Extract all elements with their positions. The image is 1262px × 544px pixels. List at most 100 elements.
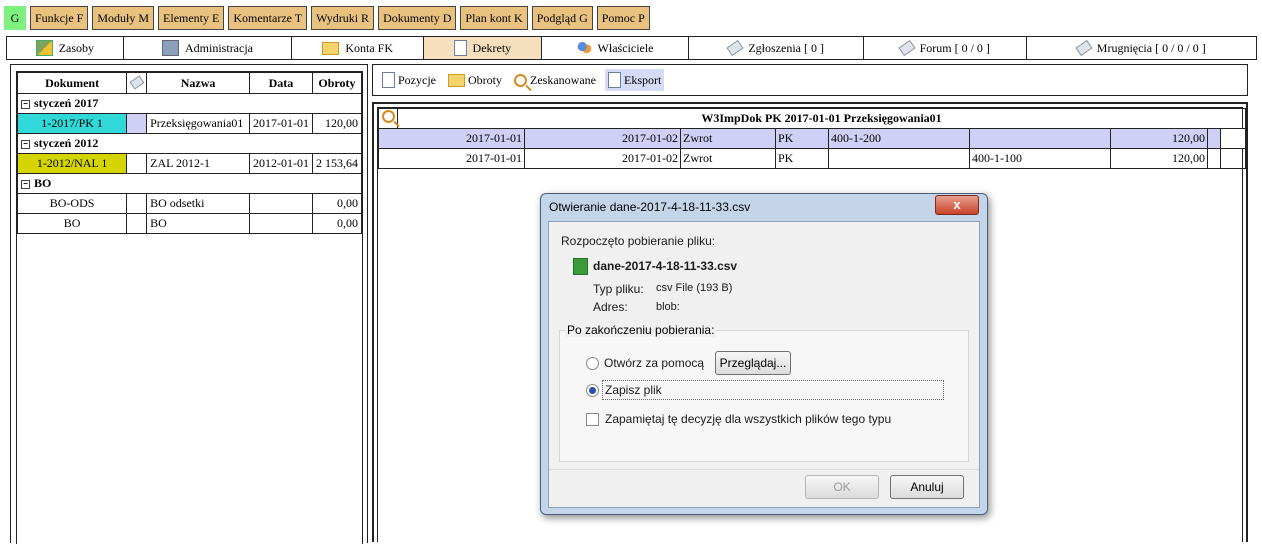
col-header-obroty[interactable]: Obroty <box>311 72 363 94</box>
cell-typ[interactable]: PK <box>775 128 829 149</box>
close-button[interactable]: x <box>935 195 979 215</box>
tab-wlasciciele[interactable]: Właściciele <box>542 37 690 59</box>
search-icon <box>381 110 395 123</box>
cell-dokument[interactable]: 1-2012/NAL 1 <box>16 153 128 174</box>
tab-konta-fk[interactable]: Konta FK <box>292 37 424 59</box>
cell-obroty[interactable]: 0,00 <box>311 213 363 234</box>
browse-button[interactable]: Przeglądaj... <box>715 351 791 375</box>
col-header-nazwa[interactable]: Nazwa <box>146 72 250 94</box>
group-label: styczeń 2017 <box>34 96 99 110</box>
cell-date1[interactable]: 2017-01-01 <box>378 128 525 149</box>
table-row[interactable]: 2017-01-01 2017-01-02 Zwrot PK 400-1-200… <box>378 128 1246 149</box>
table-row[interactable]: BO BO 0,00 <box>16 213 363 234</box>
tab-dekrety[interactable]: Dekrety <box>424 37 542 59</box>
home-button[interactable]: G <box>4 6 26 30</box>
ok-button[interactable]: OK <box>805 475 879 499</box>
group-row[interactable]: − styczeń 2012 <box>17 133 362 154</box>
cell-dokument[interactable]: BO <box>16 213 128 234</box>
group-row[interactable]: − styczeń 2017 <box>17 93 362 114</box>
menu-funkcje[interactable]: Funkcje F <box>30 6 89 30</box>
cell-data[interactable] <box>248 213 313 234</box>
tab-mrugniecia[interactable]: Mrugnięcia [ 0 / 0 / 0 ] <box>1027 37 1256 59</box>
subtab-zeskanowane[interactable]: Zeskanowane <box>511 69 599 91</box>
group-row[interactable]: − BO <box>17 173 362 194</box>
cell-dokument[interactable]: BO-ODS <box>16 193 128 214</box>
cell-nazwa[interactable]: BO <box>146 213 250 234</box>
menu-podglad[interactable]: Podgląd G <box>531 6 593 30</box>
cell-obroty[interactable]: 2 153,64 <box>311 153 363 174</box>
tab-label: Administracja <box>185 40 253 55</box>
table-row[interactable]: BO-ODS BO odsetki 0,00 <box>16 193 363 214</box>
people-icon <box>576 41 592 55</box>
open-with-radio[interactable] <box>586 357 599 370</box>
group-label: BO <box>34 176 52 190</box>
tab-label: Zasoby <box>58 40 95 55</box>
save-file-label[interactable]: Zapisz plik <box>605 383 662 397</box>
top-menu-bar: G Funkcje F Moduły M Elementy E Komentar… <box>4 6 650 30</box>
table-row[interactable]: 1-2012/NAL 1 ZAL 2012-1 2012-01-01 2 153… <box>16 153 363 174</box>
subtab-obroty[interactable]: Obroty <box>445 69 505 91</box>
menu-dokumenty[interactable]: Dokumenty D <box>378 6 457 30</box>
cell-date2[interactable]: 2017-01-02 <box>524 148 681 169</box>
download-intro: Rozpoczęto pobieranie pliku: <box>561 234 716 248</box>
table-row[interactable]: 1-2017/PK 1 Przeksięgowania01 2017-01-01… <box>16 113 363 134</box>
cell-data[interactable]: 2012-01-01 <box>248 153 313 174</box>
col-header-dokument[interactable]: Dokument <box>16 72 128 94</box>
menu-pomoc[interactable]: Pomoc P <box>596 6 650 30</box>
remember-label[interactable]: Zapamiętaj tę decyzję dla wszystkich pli… <box>605 412 891 426</box>
after-download-label: Po zakończeniu pobierania: <box>565 323 717 337</box>
document-list: Dokument Nazwa Data Obroty − styczeń 2017… <box>16 71 363 544</box>
folder-icon <box>448 73 465 87</box>
table-row[interactable]: 2017-01-01 2017-01-02 Zwrot PK 400-1-100… <box>378 148 1246 169</box>
cell-tag <box>126 113 148 134</box>
menu-wydruki[interactable]: Wydruki R <box>311 6 375 30</box>
tab-zasoby[interactable]: Zasoby <box>7 37 124 59</box>
collapse-icon[interactable]: − <box>21 100 30 109</box>
cell-data[interactable]: 2017-01-01 <box>248 113 313 134</box>
cell-konto-ma[interactable]: 400-1-100 <box>969 148 1111 169</box>
cell-date2[interactable]: 2017-01-02 <box>524 128 681 149</box>
cell-nazwa[interactable]: BO odsetki <box>146 193 250 214</box>
menu-elementy[interactable]: Elementy E <box>158 6 225 30</box>
col-header-data[interactable]: Data <box>248 72 313 94</box>
cancel-button[interactable]: Anuluj <box>890 475 964 499</box>
cell-date1[interactable]: 2017-01-01 <box>378 148 525 169</box>
tab-forum[interactable]: Forum [ 0 / 0 ] <box>864 37 1027 59</box>
cell-nazwa[interactable]: ZAL 2012-1 <box>146 153 250 174</box>
cell-opis[interactable]: Zwrot <box>680 128 776 149</box>
menu-moduly[interactable]: Moduły M <box>92 6 155 30</box>
tab-zgloszenia[interactable]: Zgłoszenia [ 0 ] <box>689 37 864 59</box>
tab-label: Konta FK <box>345 40 393 55</box>
cell-kwota[interactable]: 120,00 <box>1110 148 1208 169</box>
subtab-label: Obroty <box>468 72 502 87</box>
admin-icon <box>162 40 180 56</box>
cell-kwota[interactable]: 120,00 <box>1110 128 1208 149</box>
menu-plan-kont[interactable]: Plan kont K <box>460 6 528 30</box>
cell-obroty[interactable]: 0,00 <box>311 193 363 214</box>
open-with-label[interactable]: Otwórz za pomocą <box>604 356 704 370</box>
tab-label: Dekrety <box>472 40 512 55</box>
subtab-pozycje[interactable]: Pozycje <box>379 69 439 91</box>
cell-konto-wn[interactable] <box>828 148 970 169</box>
document-icon <box>382 72 395 88</box>
close-icon: x <box>953 197 961 212</box>
remember-checkbox[interactable] <box>586 413 599 426</box>
menu-komentarze[interactable]: Komentarze T <box>228 6 308 30</box>
subtab-eksport[interactable]: Eksport <box>604 69 665 91</box>
cell-konto-ma[interactable] <box>969 128 1111 149</box>
cell-data[interactable] <box>248 193 313 214</box>
cell-extra <box>1207 128 1221 149</box>
cell-konto-wn[interactable]: 400-1-200 <box>828 128 970 149</box>
cell-typ[interactable]: PK <box>775 148 829 169</box>
collapse-icon[interactable]: − <box>21 180 30 189</box>
col-header-tag <box>126 72 148 94</box>
search-button[interactable] <box>378 108 398 129</box>
save-file-radio[interactable] <box>586 384 599 397</box>
cell-obroty[interactable]: 120,00 <box>311 113 363 134</box>
cell-nazwa[interactable]: Przeksięgowania01 <box>146 113 250 134</box>
download-dialog: Otwieranie dane-2017-4-18-11-33.csv x Ro… <box>540 193 988 515</box>
cell-opis[interactable]: Zwrot <box>680 148 776 169</box>
collapse-icon[interactable]: − <box>21 140 30 149</box>
tab-administracja[interactable]: Administracja <box>124 37 293 59</box>
cell-dokument[interactable]: 1-2017/PK 1 <box>16 113 128 134</box>
